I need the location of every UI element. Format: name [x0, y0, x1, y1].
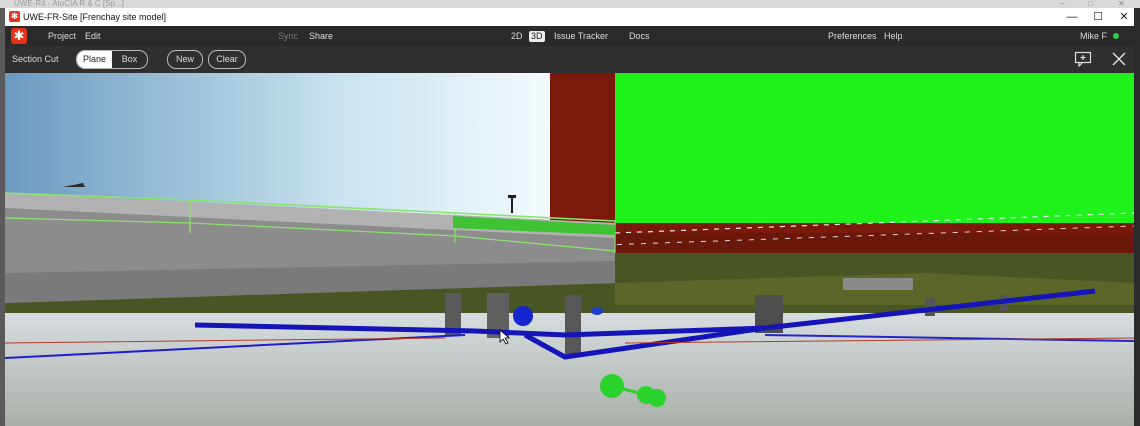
- menu-share[interactable]: Share: [309, 31, 333, 42]
- view-2d-button[interactable]: 2D: [511, 31, 523, 42]
- background-window-titlebar: [0, 0, 1140, 8]
- add-comment-icon[interactable]: [1074, 51, 1092, 68]
- background-close-button[interactable]: ✕: [1118, 0, 1125, 8]
- close-window-button[interactable]: ✕: [1109, 8, 1139, 26]
- menu-preferences[interactable]: Preferences: [828, 31, 877, 42]
- menu-edit[interactable]: Edit: [85, 31, 101, 42]
- window-title: UWE-FR-Site [Frenchay site model]: [23, 12, 167, 22]
- background-minimize-button[interactable]: –: [1060, 0, 1064, 8]
- clear-section-button[interactable]: Clear: [208, 50, 246, 69]
- section-mode-toggle: Plane Box: [76, 50, 148, 69]
- mode-plane-button[interactable]: Plane: [77, 51, 112, 68]
- background-window-title: UWE-R4 - AtoCIA R & C [Sp...]: [14, 0, 124, 8]
- online-status-indicator: [1113, 33, 1119, 39]
- section-cut-label: Section Cut: [12, 54, 59, 64]
- close-icon[interactable]: [1110, 51, 1128, 67]
- app-logo-icon: ✱: [9, 11, 20, 22]
- menu-project[interactable]: Project: [48, 31, 76, 42]
- window-titlebar: ✱ UWE-FR-Site [Frenchay site model] — ☐ …: [5, 8, 1134, 27]
- 3d-viewport[interactable]: [5, 73, 1134, 426]
- menu-sync[interactable]: Sync: [278, 31, 298, 42]
- green-section-plane: [615, 73, 1134, 223]
- section-cut-toolbar: Section Cut Plane Box New Clear: [5, 46, 1134, 74]
- user-name[interactable]: Mike F: [1080, 31, 1107, 42]
- view-3d-button[interactable]: 3D: [529, 31, 545, 42]
- menu-docs[interactable]: Docs: [629, 31, 650, 42]
- mode-box-button[interactable]: Box: [112, 51, 147, 68]
- app-menu-logo-icon[interactable]: ✱: [11, 28, 27, 44]
- app-window: ✱ UWE-FR-Site [Frenchay site model] — ☐ …: [5, 8, 1134, 426]
- menu-bar: ✱ Project Edit Sync Share 2D 3D Issue Tr…: [5, 26, 1134, 46]
- new-section-button[interactable]: New: [167, 50, 203, 69]
- background-maximize-button[interactable]: □: [1088, 0, 1093, 8]
- menu-issue-tracker[interactable]: Issue Tracker: [554, 31, 608, 42]
- menu-help[interactable]: Help: [884, 31, 903, 42]
